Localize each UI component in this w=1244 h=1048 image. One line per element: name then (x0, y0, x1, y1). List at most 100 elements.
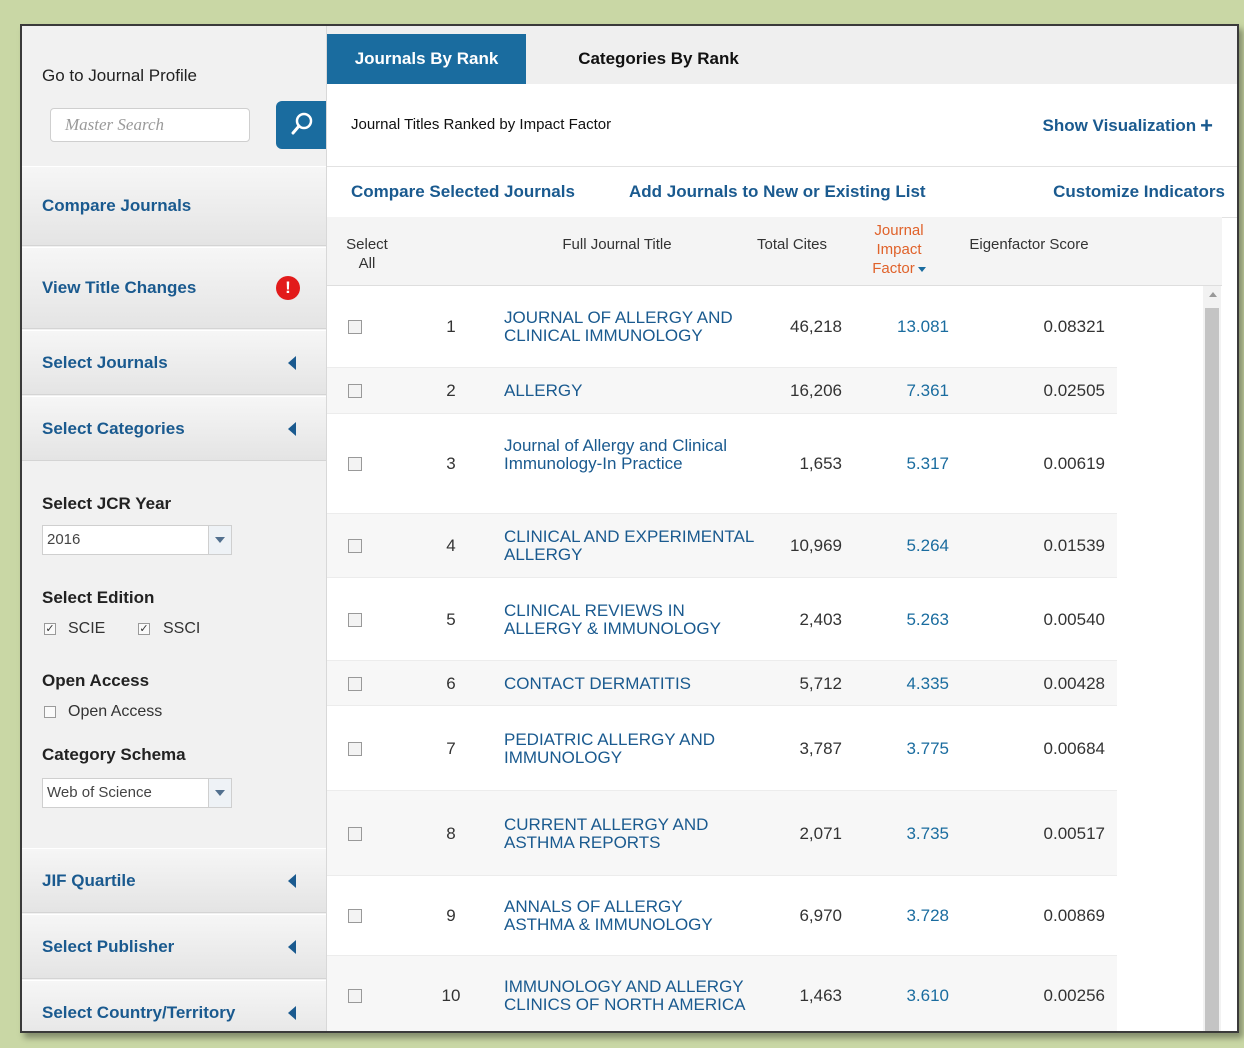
total-cites-cell: 2,071 (799, 823, 842, 843)
collapse-arrow-icon (288, 1005, 296, 1020)
jif-cell[interactable]: 3.775 (872, 739, 949, 759)
row-checkbox[interactable] (348, 909, 362, 923)
select-categories-toggle[interactable]: Select Categories (22, 396, 326, 461)
total-cites-cell: 6,970 (799, 906, 842, 925)
eigenfactor-cell: 0.00869 (1043, 906, 1105, 925)
table-row: 7 PEDIATRIC ALLERGY AND IMMUNOLOGY 3,787 3.… (327, 706, 1117, 791)
select-categories-label: Select Categories (42, 418, 185, 438)
journal-title-link[interactable]: CLINICAL REVIEWS IN ALLERGY & IMMUNOLOGY (504, 601, 754, 638)
journal-title-link[interactable]: ANNALS OF ALLERGY ASTHMA & IMMUNOLOGY (504, 898, 754, 934)
select-publisher-toggle[interactable]: Select Publisher (22, 914, 326, 979)
select-journals-toggle[interactable]: Select Journals (22, 330, 326, 395)
eigenfactor-cell: 0.00540 (1043, 609, 1105, 629)
row-checkbox[interactable] (348, 741, 362, 756)
eigenfactor-cell: 0.08321 (1043, 317, 1105, 336)
total-cites-header[interactable]: Total Cites (737, 235, 847, 254)
journal-title-link[interactable]: ALLERGY (504, 382, 754, 400)
scie-checkbox[interactable]: ✓ (44, 623, 56, 635)
table-row: 6 CONTACT DERMATITIS 5,712 4.335 0.00428 (327, 661, 1117, 706)
table-row: 3 Journal of Allergy and Clinical Immunol… (327, 414, 1117, 514)
rank-cell: 10 (441, 986, 461, 1005)
jif-quartile-toggle[interactable]: JIF Quartile (22, 848, 326, 913)
total-cites-cell: 16,206 (790, 381, 842, 400)
rank-cell: 5 (446, 609, 456, 629)
row-checkbox[interactable] (348, 457, 362, 471)
total-cites-cell: 1,653 (799, 454, 842, 473)
jcr-year-select[interactable]: 2016 (42, 525, 232, 555)
jif-cell[interactable]: 7.361 (872, 381, 949, 401)
row-checkbox[interactable] (348, 384, 362, 398)
jif-header[interactable]: Journal Impact Factor (859, 221, 939, 278)
jcr-window: Go to Journal Profile Master Search Comp… (20, 24, 1239, 1033)
total-cites-cell: 1,463 (799, 986, 842, 1005)
main-panel: Journals By Rank Categories By Rank Jour… (327, 26, 1237, 1031)
chevron-down-icon (208, 526, 231, 554)
compare-journals-link[interactable]: Compare Journals (22, 166, 326, 246)
row-checkbox[interactable] (348, 676, 362, 691)
tab-journals-by-rank[interactable]: Journals By Rank (327, 34, 526, 84)
journal-title-link[interactable]: Journal of Allergy and Clinical Immunolo… (504, 437, 754, 473)
show-visualization-link[interactable]: Show Visualization + (1042, 113, 1213, 139)
select-country-toggle[interactable]: Select Country/Territory (22, 980, 326, 1031)
compare-selected-button[interactable]: Compare Selected Journals (351, 182, 575, 202)
plus-icon: + (1200, 113, 1213, 138)
row-checkbox[interactable] (348, 320, 362, 334)
customize-indicators-button[interactable]: Customize Indicators (1053, 182, 1225, 202)
title-header[interactable]: Full Journal Title (527, 235, 707, 254)
search-button[interactable] (276, 101, 326, 149)
jif-cell[interactable]: 3.728 (872, 906, 949, 926)
jif-quartile-label: JIF Quartile (42, 870, 136, 890)
row-checkbox[interactable] (348, 539, 362, 553)
category-schema-select[interactable]: Web of Science (42, 778, 232, 808)
scrollbar-thumb[interactable] (1205, 308, 1219, 1031)
journal-title-link[interactable]: PEDIATRIC ALLERGY AND IMMUNOLOGY (504, 730, 754, 767)
rank-cell: 1 (446, 317, 456, 336)
select-all-header[interactable]: Select All (337, 235, 397, 273)
jif-cell[interactable]: 5.317 (872, 454, 949, 474)
tab-categories-by-rank[interactable]: Categories By Rank (526, 34, 791, 84)
total-cites-cell: 3,787 (799, 738, 842, 758)
rank-cell: 3 (446, 454, 456, 473)
results-title: Journal Titles Ranked by Impact Factor (351, 116, 612, 133)
table-row: 5 CLINICAL REVIEWS IN ALLERGY & IMMUNOLOG… (327, 578, 1117, 661)
ssci-label: SSCI (163, 620, 201, 637)
jif-cell[interactable]: 5.264 (872, 536, 949, 556)
eigenfactor-header[interactable]: Eigenfactor Score (959, 235, 1099, 254)
collapse-arrow-icon (288, 355, 296, 370)
open-access-checkbox[interactable] (44, 706, 56, 718)
row-checkbox[interactable] (348, 612, 362, 627)
journal-title-link[interactable]: CONTACT DERMATITIS (504, 674, 754, 693)
scie-label: SCIE (68, 620, 106, 637)
table-row: 2 ALLERGY 16,206 7.361 0.02505 (327, 368, 1117, 414)
ssci-checkbox[interactable]: ✓ (138, 623, 150, 635)
eigenfactor-cell: 0.01539 (1043, 536, 1105, 555)
total-cites-cell: 46,218 (790, 317, 842, 336)
jif-cell[interactable]: 4.335 (872, 674, 949, 694)
row-checkbox[interactable] (348, 989, 362, 1003)
table-row: 10 IMMUNOLOGY AND ALLERGY CLINICS OF NORT… (327, 956, 1117, 1031)
journal-title-link[interactable]: IMMUNOLOGY AND ALLERGY CLINICS OF NORTH … (504, 978, 754, 1014)
collapse-arrow-icon (288, 421, 296, 436)
table-row: 8 CURRENT ALLERGY AND ASTHMA REPORTS 2,071… (327, 791, 1117, 876)
view-title-changes-link[interactable]: View Title Changes ! (22, 247, 326, 329)
jif-cell[interactable]: 13.081 (872, 317, 949, 337)
journal-title-link[interactable]: CLINICAL AND EXPERIMENTAL ALLERGY (504, 528, 754, 564)
category-schema-value: Web of Science (47, 784, 152, 801)
chevron-down-icon (208, 779, 231, 807)
master-search-input[interactable]: Master Search (50, 108, 250, 142)
jif-cell[interactable]: 3.735 (872, 824, 949, 844)
scroll-up-icon[interactable] (1209, 292, 1217, 297)
collapse-arrow-icon (288, 873, 296, 888)
category-schema-label: Category Schema (42, 745, 186, 764)
jif-cell[interactable]: 3.610 (872, 986, 949, 1006)
add-to-list-button[interactable]: Add Journals to New or Existing List (629, 182, 926, 202)
journal-title-link[interactable]: CURRENT ALLERGY AND ASTHMA REPORTS (504, 815, 754, 852)
journal-title-link[interactable]: JOURNAL OF ALLERGY AND CLINICAL IMMUNOLO… (504, 309, 754, 345)
row-checkbox[interactable] (348, 826, 362, 841)
eigenfactor-cell: 0.00428 (1043, 673, 1105, 693)
search-icon (291, 112, 313, 135)
results-header: Journal Titles Ranked by Impact Factor S… (327, 84, 1237, 167)
jif-header-label: Journal Impact Factor (872, 222, 924, 277)
rank-cell: 7 (446, 738, 456, 758)
jif-cell[interactable]: 5.263 (872, 610, 949, 630)
